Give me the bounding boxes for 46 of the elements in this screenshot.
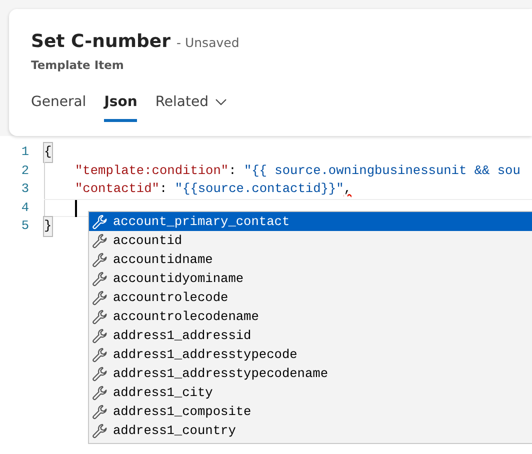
wrench-icon bbox=[92, 346, 108, 362]
chevron-down-icon bbox=[214, 98, 226, 106]
json-punctuation: : bbox=[228, 162, 238, 180]
text-cursor bbox=[75, 200, 77, 217]
line-number: 5 bbox=[20, 217, 30, 236]
wrench-icon bbox=[92, 328, 108, 344]
suggestion-item[interactable]: address1_composite bbox=[89, 402, 532, 421]
wrench-icon bbox=[92, 252, 108, 268]
wrench-icon bbox=[92, 308, 108, 324]
save-status: - Unsaved bbox=[176, 35, 240, 50]
json-punctuation: : bbox=[159, 180, 168, 198]
suggestion-item[interactable]: address1_addresstypecode bbox=[89, 345, 532, 364]
wrench-icon bbox=[92, 384, 108, 400]
line-number: 1 bbox=[20, 143, 30, 161]
wrench-icon bbox=[92, 366, 108, 382]
line-number: 4 bbox=[20, 198, 30, 217]
json-brace: { bbox=[44, 143, 52, 162]
error-comma: , bbox=[344, 180, 352, 198]
json-string: "{{ source.owningbusinessunit && sou bbox=[244, 162, 520, 180]
wrench-icon bbox=[92, 422, 108, 438]
wrench-icon bbox=[92, 270, 108, 286]
suggestion-item[interactable]: accountrolecode bbox=[89, 288, 532, 307]
line-number: 2 bbox=[20, 162, 30, 180]
suggestion-item[interactable]: accountidname bbox=[89, 250, 532, 269]
record-title: Set C-number bbox=[31, 31, 170, 52]
suggestion-item[interactable]: address1_city bbox=[89, 383, 532, 402]
tab[interactable]: General bbox=[31, 88, 86, 122]
tab[interactable]: Json bbox=[104, 88, 138, 122]
suggestion-item[interactable]: address1_addresstypecodename bbox=[89, 364, 532, 383]
tab[interactable]: Related bbox=[155, 88, 226, 122]
json-key: "contactid" bbox=[75, 180, 160, 199]
suggestion-item[interactable]: accountidyominame bbox=[89, 269, 532, 288]
suggestion-item[interactable]: accountid bbox=[89, 231, 532, 250]
wrench-icon bbox=[92, 290, 108, 306]
wrench-icon bbox=[92, 232, 108, 248]
suggestion-item[interactable]: address1_country bbox=[89, 421, 532, 440]
json-brace: } bbox=[44, 217, 52, 236]
wrench-icon bbox=[92, 214, 108, 230]
suggestion-item[interactable]: address1_addressid bbox=[89, 326, 532, 345]
suggestion-item[interactable]: account_primary_contact bbox=[89, 212, 532, 231]
suggestion-item[interactable]: accountrolecodename bbox=[89, 307, 532, 326]
wrench-icon bbox=[92, 404, 108, 420]
line-number: 3 bbox=[20, 180, 30, 198]
json-key: "template:condition" bbox=[75, 162, 229, 180]
entity-type: Template Item bbox=[31, 58, 125, 72]
json-string: "{{source.contactid}}" bbox=[174, 180, 344, 198]
